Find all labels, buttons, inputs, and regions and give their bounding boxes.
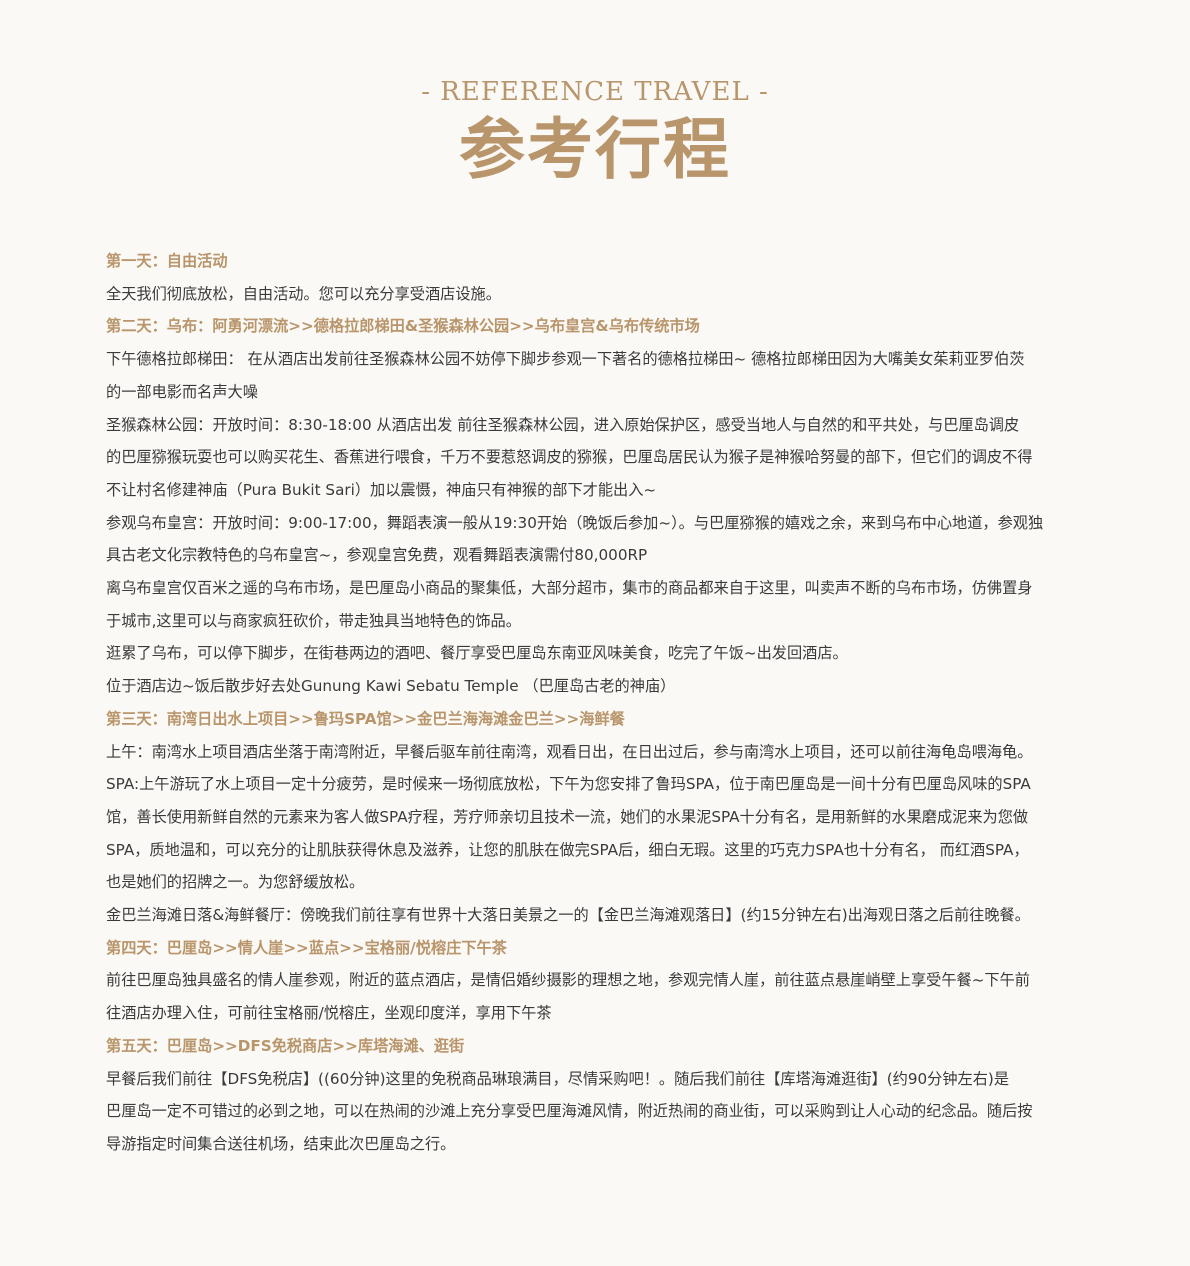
itinerary-text-line: 的一部电影而名声大噪: [106, 382, 258, 401]
itinerary-text-line: 前往巴厘岛独具盛名的情人崖参观，附近的蓝点酒店，是情侣婚纱摄影的理想之地，参观完…: [106, 971, 1030, 990]
itinerary-text-line: 也是她们的招牌之一。为您舒缓放松。: [106, 873, 365, 892]
day-heading: 第三天：南湾日出水上项目>>鲁玛SPA馆>>金巴兰海海滩金巴兰>>海鲜餐: [106, 709, 625, 728]
itinerary-text-line: 馆，善长使用新鲜自然的元素来为客人做SPA疗程，芳疗师亲切且技术一流，她们的水果…: [106, 807, 1029, 826]
itinerary-text-line: 下午德格拉郎梯田： 在从酒店出发前往圣猴森林公园不妨停下脚步参观一下著名的德格拉…: [106, 350, 1025, 369]
itinerary-text-line: 往酒店办理入住，可前往宝格丽/悦榕庄，坐观印度洋，享用下午茶: [106, 1004, 552, 1023]
page-title: 参考行程: [459, 111, 731, 188]
itinerary-text-line: SPA:上午游玩了水上项目一定十分疲劳，是时候来一场彻底放松，下午为您安排了鲁玛…: [106, 775, 1031, 794]
day-heading: 第四天：巴厘岛>>情人崖>>蓝点>>宝格丽/悦榕庄下午茶: [106, 938, 507, 957]
itinerary-text-line: 上午：南湾水上项目酒店坐落于南湾附近，早餐后驱车前往南湾，观看日出，在日出过后，…: [106, 742, 1033, 761]
day-heading: 第五天：巴厘岛>>DFS免税商店>>库塔海滩、逛街: [106, 1036, 465, 1055]
itinerary-text-line: 巴厘岛一定不可错过的必到之地，可以在热闹的沙滩上充分享受巴厘海滩风情，附近热闹的…: [106, 1102, 1033, 1121]
itinerary-text-line: 的巴厘猕猴玩耍也可以购买花生、香蕉进行喂食，千万不要惹怒调皮的猕猴，巴厘岛居民认…: [106, 448, 1033, 467]
day-heading: 第二天：乌布：阿勇河漂流>>德格拉郎梯田&圣猴森林公园>>乌布皇宫&乌布传统市场: [106, 317, 700, 336]
itinerary-text-line: 具古老文化宗教特色的乌布皇宫~，参观皇宫免费，观看舞蹈表演需付80,000RP: [106, 546, 648, 565]
page-subtitle: - REFERENCE TRAVEL -: [421, 77, 769, 107]
itinerary-text-line: 圣猴森林公园：开放时间：8:30-18:00 从酒店出发 前往圣猴森林公园，进入…: [106, 415, 1020, 434]
itinerary-text-line: 导游指定时间集合送往机场，结束此次巴厘岛之行。: [106, 1134, 456, 1153]
day-heading: 第一天：自由活动: [106, 252, 228, 270]
itinerary-text-line: 逛累了乌布，可以停下脚步，在街巷两边的酒吧、餐厅享受巴厘岛东南亚风味美食，吃完了…: [106, 644, 848, 663]
itinerary-content: 第一天：自由活动全天我们彻底放松，自由活动。您可以充分享受酒店设施。第二天：乌布…: [106, 245, 1090, 1161]
itinerary-text-line: 金巴兰海滩日落&海鲜餐厅：傍晚我们前往享有世界十大落日美景之一的【金巴兰海滩观落…: [106, 906, 1030, 925]
itinerary-text-line: 全天我们彻底放松，自由活动。您可以充分享受酒店设施。: [106, 284, 501, 303]
itinerary-text-line: 参观乌布皇宫：开放时间：9:00-17:00，舞蹈表演一般从19:30开始（晚饭…: [106, 513, 1044, 532]
itinerary-text-line: 不让村名修建神庙（Pura Bukit Sari）加以震慑，神庙只有神猴的部下才…: [106, 480, 657, 499]
itinerary-text-line: 早餐后我们前往【DFS免税店】((60分钟)这里的免税商品琳琅满目，尽情采购吧！…: [106, 1069, 1010, 1088]
itinerary-text-line: 位于酒店边~饭后散步好去处Gunung Kawi Sebatu Temple （…: [106, 677, 676, 696]
itinerary-text-line: 离乌布皇宫仅百米之遥的乌布市场，是巴厘岛小商品的聚集低，大部分超市，集市的商品都…: [106, 579, 1033, 598]
itinerary-text-line: SPA，质地温和，可以充分的让肌肤获得休息及滋养，让您的肌肤在做完SPA后，细白…: [106, 840, 1029, 859]
itinerary-text-line: 于城市,这里可以与商家疯狂砍价，带走独具当地特色的饰品。: [106, 611, 521, 630]
